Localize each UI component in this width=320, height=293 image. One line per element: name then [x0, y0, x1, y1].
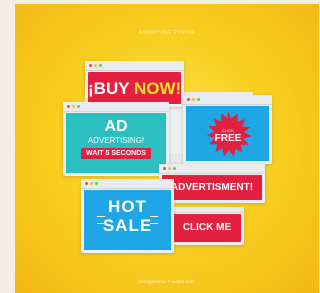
close-dot-icon[interactable] [187, 98, 190, 101]
poster-heading: ANNOYING POPUP [138, 30, 196, 36]
buy-now-banner[interactable]: ¡BUY NOW! [88, 72, 181, 104]
poster-credit: Designed by Freepik.com [139, 279, 195, 284]
maximize-dot-icon[interactable] [95, 182, 98, 185]
hot-sale-popup[interactable]: HOT SALE [81, 179, 174, 253]
window-titlebar [183, 95, 272, 105]
window-titlebar [63, 102, 169, 112]
maximize-dot-icon[interactable] [77, 105, 80, 108]
annoying-popup-poster: ANNOYING POPUP ¡BUY NOW! CLICK FREE AD A… [15, 4, 319, 293]
advertisment-text: ADVERTISMENT! [170, 182, 254, 193]
minimize-dot-icon[interactable] [94, 64, 97, 67]
free-panel[interactable]: CLICK FREE [186, 106, 269, 161]
window-titlebar [85, 61, 184, 71]
advertisment-banner[interactable]: ADVERTISMENT! [162, 175, 262, 200]
maximize-dot-icon[interactable] [99, 64, 102, 67]
buy-now-popup[interactable]: ¡BUY NOW! [85, 61, 184, 107]
close-dot-icon[interactable] [85, 182, 88, 185]
hot-sale-panel[interactable]: HOT SALE [84, 190, 171, 250]
wait-5-seconds-button[interactable]: WAIT 5 SECONDS [81, 148, 151, 159]
minimize-dot-icon[interactable] [192, 98, 195, 101]
minimize-dot-icon[interactable] [90, 182, 93, 185]
free-big-text: FREE [214, 133, 242, 144]
minimize-dot-icon[interactable] [72, 105, 75, 108]
maximize-dot-icon[interactable] [197, 98, 200, 101]
close-dot-icon[interactable] [67, 105, 70, 108]
ad-title: AD [104, 118, 128, 135]
close-dot-icon[interactable] [163, 167, 166, 170]
screen: ANNOYING POPUP ¡BUY NOW! CLICK FREE AD A… [0, 0, 319, 293]
ad-panel[interactable]: AD ADVERTISING! WAIT 5 SECONDS [66, 113, 166, 173]
maximize-dot-icon[interactable] [173, 167, 176, 170]
sparkle-right-icon [150, 216, 158, 224]
sparkle-left-icon [97, 216, 105, 224]
ad-popup[interactable]: AD ADVERTISING! WAIT 5 SECONDS [63, 102, 169, 176]
click-me-text: CLICK ME [182, 222, 232, 233]
click-free-popup[interactable]: CLICK FREE [183, 95, 272, 164]
buy-now-emphasis: NOW! [133, 79, 182, 98]
buy-now-prefix: ¡BUY [88, 79, 134, 98]
buy-now-text: ¡BUY NOW! [88, 79, 181, 99]
close-dot-icon[interactable] [89, 64, 92, 67]
hot-sale-line1: HOT [108, 197, 147, 216]
click-me-popup[interactable]: CLICK ME [170, 207, 244, 245]
window-titlebar [159, 164, 265, 174]
ad-subtitle: ADVERTISING! [87, 136, 145, 145]
minimize-dot-icon[interactable] [168, 167, 171, 170]
advertisment-popup[interactable]: ADVERTISMENT! [159, 164, 265, 203]
window-titlebar [170, 207, 244, 213]
click-me-button[interactable]: CLICK ME [173, 214, 241, 242]
window-titlebar [81, 179, 174, 189]
wait-5-seconds-label: WAIT 5 SECONDS [86, 149, 146, 157]
